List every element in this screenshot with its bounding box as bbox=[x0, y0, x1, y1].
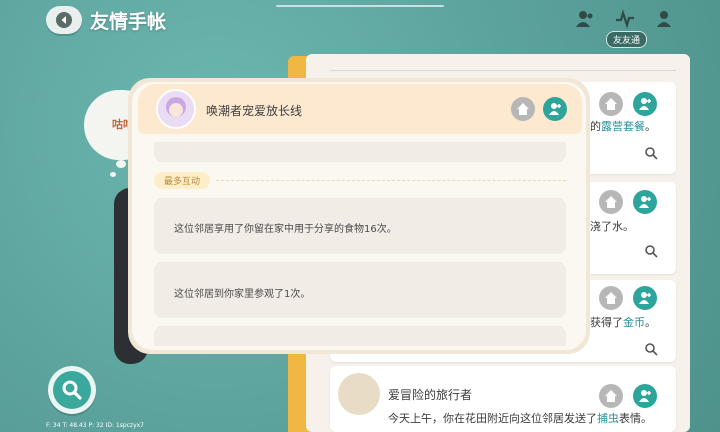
bubble-dot bbox=[110, 172, 116, 177]
add-friend-button[interactable] bbox=[633, 286, 657, 310]
home-icon bbox=[605, 98, 617, 110]
add-friend-button[interactable] bbox=[633, 190, 657, 214]
visit-home-button[interactable] bbox=[599, 384, 623, 408]
modal-content-card bbox=[154, 142, 566, 162]
avatar-portrait bbox=[158, 91, 194, 127]
bubble-dot bbox=[116, 160, 126, 168]
interaction-text: 这位邻居到你家里参观了1次。 bbox=[174, 289, 311, 300]
section-divider bbox=[216, 180, 566, 181]
debug-overlay: F: 34 T: 48.43 P: 32 ID: 1spczyx7 bbox=[46, 422, 145, 429]
avatar bbox=[336, 371, 382, 417]
add-friend-icon bbox=[639, 292, 651, 304]
activity-icon bbox=[616, 9, 634, 29]
add-friend-icon bbox=[639, 196, 651, 208]
friend-add-icon bbox=[657, 11, 671, 27]
add-friend-icon bbox=[639, 98, 651, 110]
home-icon bbox=[517, 103, 529, 115]
tab-label: 友友通 bbox=[606, 31, 648, 48]
list-item-text: 获得了金币。 bbox=[590, 316, 656, 329]
add-friend-icon bbox=[639, 390, 651, 402]
search-button-inner[interactable] bbox=[53, 371, 91, 409]
list-item-text: 今天上午，你在花田附近向这位邻居发送了捕虫表情。 bbox=[388, 412, 652, 425]
home-icon bbox=[605, 390, 617, 402]
add-friend-button[interactable] bbox=[633, 92, 657, 116]
visit-home-button[interactable] bbox=[599, 92, 623, 116]
panel-divider bbox=[330, 70, 676, 71]
add-friend-button[interactable] bbox=[543, 97, 567, 121]
list-item-name: 爱冒险的旅行者 bbox=[388, 388, 473, 402]
home-icon bbox=[605, 196, 617, 208]
interaction-text: 这位邻居享用了你留在家中用于分享的食物16次。 bbox=[174, 224, 397, 235]
modal-friend-name: 唤潮者宠爱放长线 bbox=[206, 104, 303, 118]
visit-home-button[interactable] bbox=[599, 286, 623, 310]
zoom-icon[interactable] bbox=[644, 342, 658, 356]
list-item-text: 浇了水。 bbox=[590, 220, 634, 233]
section-label: 最多互动 bbox=[154, 172, 211, 189]
add-friend-button[interactable] bbox=[633, 384, 657, 408]
visit-home-button[interactable] bbox=[599, 190, 623, 214]
visit-home-button[interactable] bbox=[511, 97, 535, 121]
search-icon bbox=[62, 380, 82, 400]
zoom-icon[interactable] bbox=[644, 244, 658, 258]
list-item-text: 的露营套餐。 bbox=[590, 120, 656, 133]
home-icon bbox=[605, 292, 617, 304]
add-friend-icon bbox=[549, 103, 561, 115]
avatar bbox=[156, 89, 196, 129]
back-button[interactable] bbox=[46, 6, 82, 34]
top-divider bbox=[276, 5, 444, 7]
friend-requests-tab[interactable] bbox=[652, 8, 678, 30]
zoom-icon[interactable] bbox=[644, 146, 658, 160]
friends-tab[interactable] bbox=[572, 8, 598, 30]
back-arrow-icon bbox=[56, 12, 72, 28]
activity-tab[interactable] bbox=[612, 8, 638, 30]
friends-icon bbox=[576, 11, 593, 27]
interaction-item bbox=[154, 326, 566, 346]
page-title: 友情手帐 bbox=[90, 11, 167, 33]
